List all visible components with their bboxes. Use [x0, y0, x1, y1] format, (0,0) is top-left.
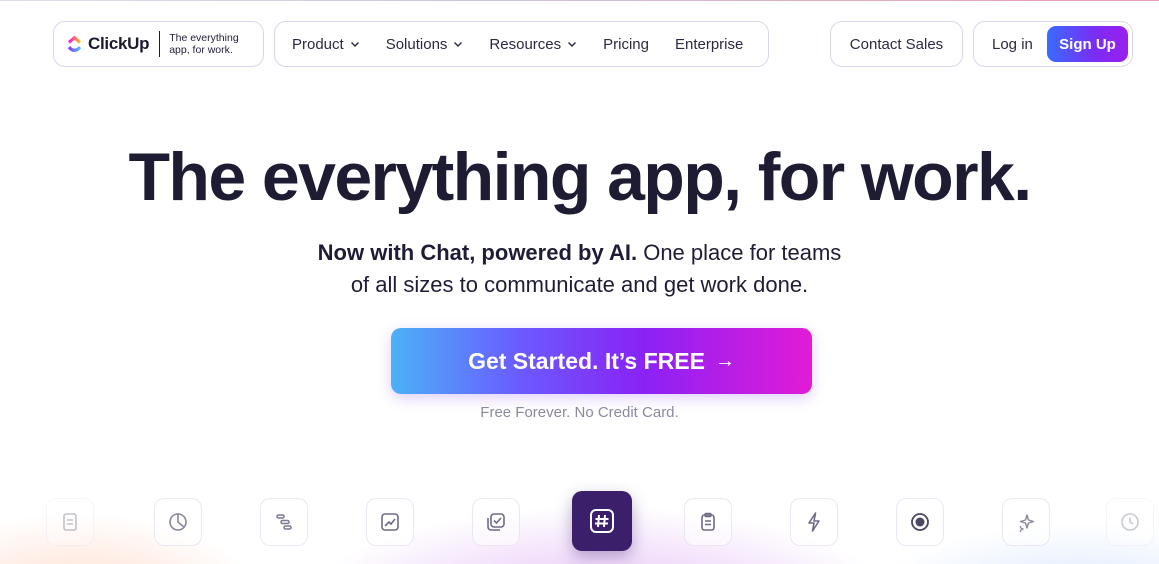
chevron-down-icon: [568, 42, 577, 47]
hero-subtitle: Now with Chat, powered by AI. One place …: [0, 237, 1159, 301]
login-link[interactable]: Log in: [978, 36, 1047, 53]
feature-time-tracking[interactable]: [1106, 498, 1154, 546]
doc-icon: [63, 513, 77, 531]
feature-dashboards[interactable]: [154, 498, 202, 546]
lightning-icon: [808, 512, 820, 532]
chevron-down-icon: [350, 42, 359, 47]
nav-enterprise[interactable]: Enterprise: [662, 22, 756, 66]
main-nav: Product Solutions Resources Pricing Ente…: [274, 21, 769, 67]
nav-product[interactable]: Product: [279, 22, 373, 66]
nav-pricing[interactable]: Pricing: [590, 22, 662, 66]
sparkle-ai-icon: [1019, 514, 1035, 533]
top-border-line: [0, 0, 1159, 1]
feature-doc[interactable]: [46, 498, 94, 546]
get-started-label: Get Started. It’s FREE: [468, 347, 705, 374]
feature-ai[interactable]: [1002, 498, 1050, 546]
clock-icon: [1121, 513, 1139, 531]
nav-solutions[interactable]: Solutions: [373, 22, 477, 66]
arrow-right-icon: →: [714, 349, 735, 372]
hero-subtitle-bold: Now with Chat, powered by AI.: [317, 240, 638, 265]
feature-automations[interactable]: [790, 498, 838, 546]
chevron-down-icon: [454, 42, 463, 47]
nav-resources-label: Resources: [489, 35, 562, 53]
hero-title: The everything app, for work.: [128, 139, 1033, 215]
feature-clips[interactable]: [896, 498, 944, 546]
nav-product-label: Product: [292, 35, 344, 53]
feature-reports[interactable]: [366, 498, 414, 546]
contact-sales-button[interactable]: Contact Sales: [830, 21, 963, 67]
tasks-check-icon: [487, 513, 505, 531]
auth-group: Log in Sign Up: [973, 21, 1133, 67]
nav-solutions-label: Solutions: [385, 35, 448, 53]
hero-subtitle-line1: One place for teams: [637, 240, 842, 265]
nav-enterprise-label: Enterprise: [674, 35, 744, 53]
feature-gantt[interactable]: [260, 498, 308, 546]
signup-button[interactable]: Sign Up: [1047, 26, 1128, 62]
line-chart-icon: [381, 513, 399, 531]
hero-subtitle-line2: of all sizes to communicate and get work…: [350, 272, 809, 297]
record-icon: [911, 513, 929, 531]
hashtag-chat-icon: [590, 509, 614, 533]
clickup-logo-icon: [67, 35, 82, 52]
pie-chart-icon: [169, 513, 187, 531]
nav-pricing-label: Pricing: [603, 35, 649, 53]
feature-chat[interactable]: [572, 491, 632, 551]
get-started-button[interactable]: Get Started. It’s FREE →: [391, 328, 812, 394]
feature-tasks[interactable]: [472, 498, 520, 546]
logo-divider: [159, 31, 161, 57]
gantt-icon: [276, 514, 292, 530]
logo-pill[interactable]: ClickUp The everything app, for work.: [53, 21, 264, 67]
logo-tagline: The everything app, for work.: [169, 32, 239, 56]
cta-note: Free Forever. No Credit Card.: [480, 404, 679, 421]
feature-forms[interactable]: [684, 498, 732, 546]
nav-resources[interactable]: Resources: [476, 22, 590, 66]
clipboard-icon: [701, 512, 715, 531]
logo-wordmark: ClickUp: [88, 34, 150, 53]
